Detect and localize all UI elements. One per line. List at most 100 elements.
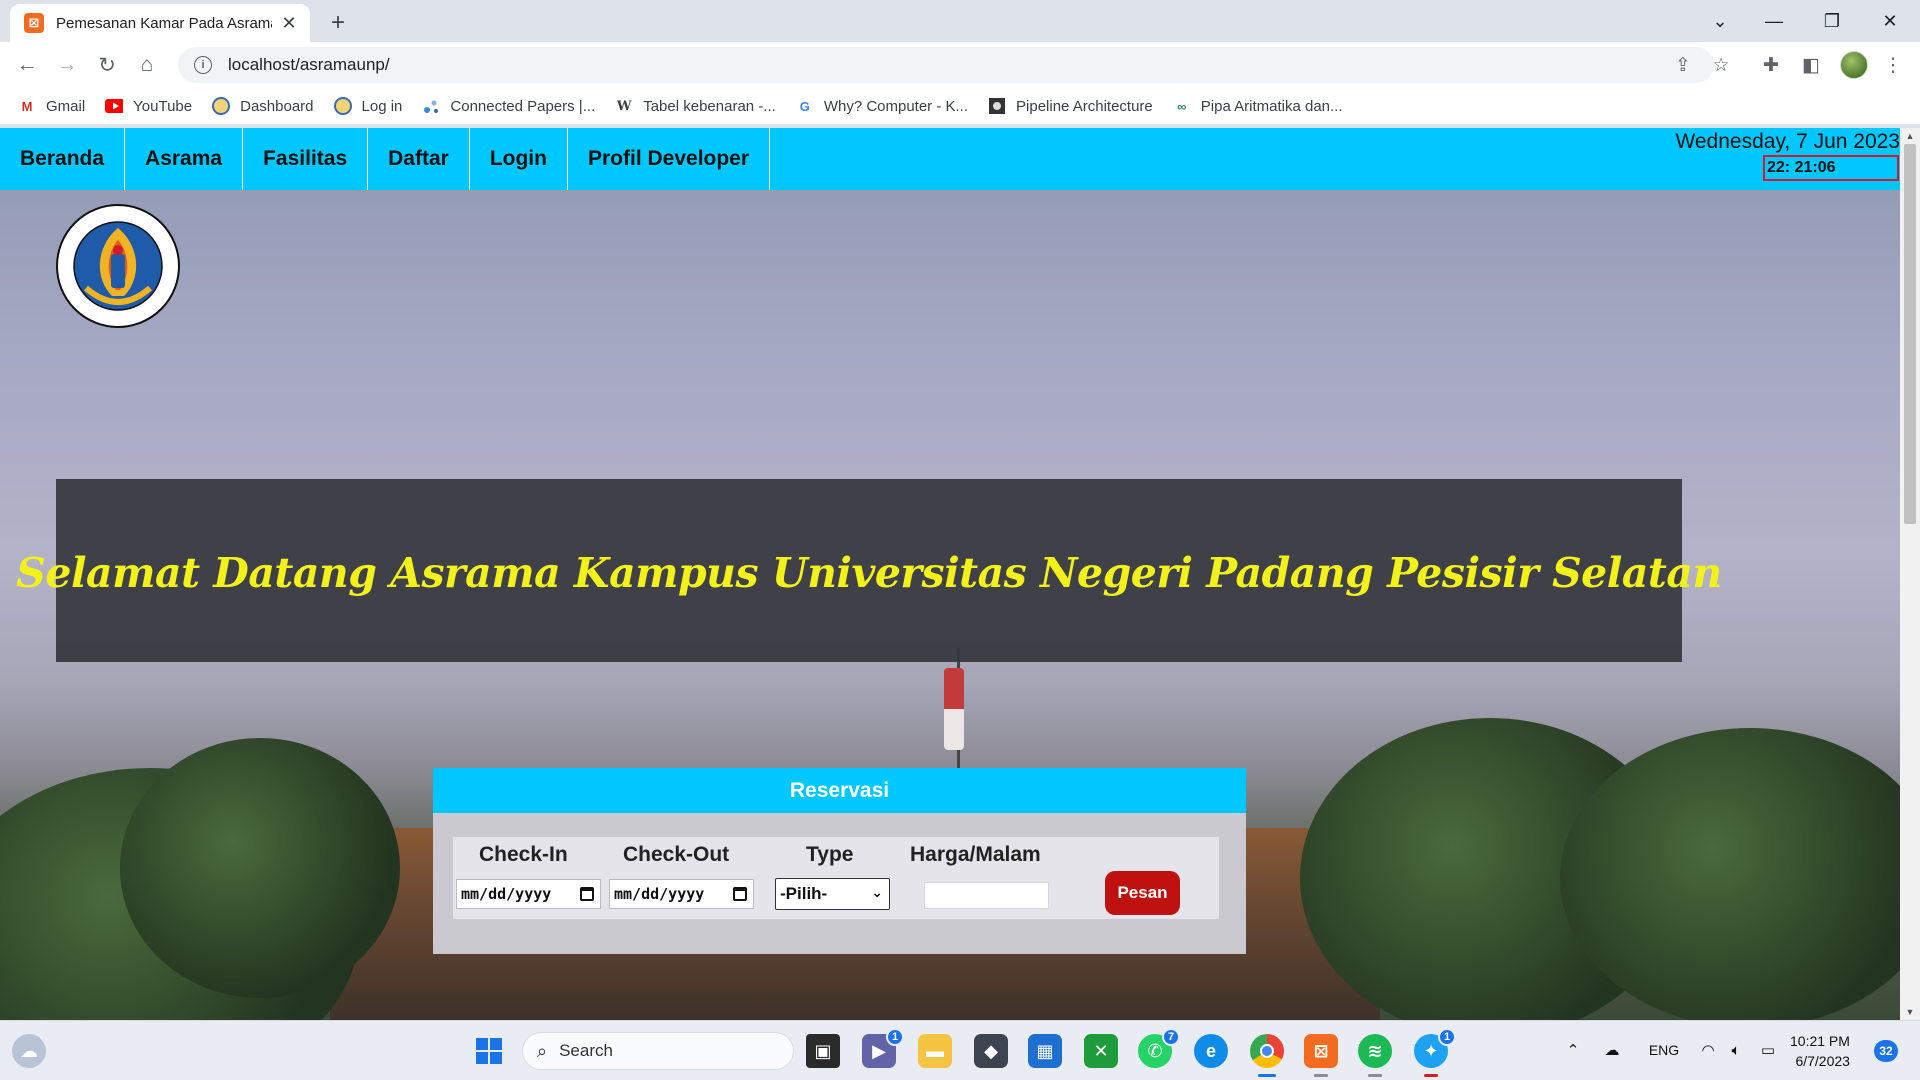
bookmark-pipeline-architecture[interactable]: Pipeline Architecture [988, 97, 1153, 115]
tab-strip: ⊠ Pemesanan Kamar Pada Asrama ... ✕ + ⌄ … [0, 0, 1920, 42]
language-indicator[interactable]: ENG [1646, 1039, 1682, 1061]
pesan-button[interactable]: Pesan [1105, 871, 1180, 915]
weather-widget-icon[interactable]: ☁ [12, 1034, 46, 1068]
meet-badge: 1 [886, 1028, 904, 1046]
unp-icon [333, 97, 352, 115]
new-tab-icon[interactable]: + [324, 9, 352, 37]
checkin-date-input[interactable]: mm/dd/yyyy [456, 879, 601, 909]
extensions-icon[interactable]: ✚ [1756, 50, 1786, 80]
scroll-down-icon[interactable]: ▼ [1900, 1004, 1920, 1020]
home-icon[interactable]: ⌂ [132, 50, 162, 80]
bookmark-tabel-kebenaran[interactable]: W Tabel kebenaran -... [615, 97, 776, 115]
minimize-icon[interactable]: — [1752, 6, 1796, 36]
site-info-icon[interactable]: i [194, 56, 212, 74]
taskbar: ☁ ⌕ Search ▣ ▶ 1 ▬ ◆ ▦ ✕ ✆ 7 e ⊠ ≋ ✦ 1 ⌃ ☁ … [0, 1020, 1920, 1080]
system-clock[interactable]: 10:21 PM 6/7/2023 [1790, 1031, 1850, 1071]
task-view-icon[interactable]: ▣ [806, 1034, 840, 1068]
profile-avatar[interactable] [1840, 51, 1868, 79]
page-scrollbar[interactable]: ▲ ▼ [1900, 128, 1920, 1020]
url-text[interactable]: localhost/asramaunp/ [228, 55, 390, 75]
menu-fasilitas[interactable]: Fasilitas [243, 128, 369, 190]
system-date: 6/7/2023 [1795, 1053, 1850, 1069]
file-explorer-icon[interactable]: ▬ [918, 1034, 952, 1068]
bookmark-connected-papers[interactable]: Connected Papers |... [422, 97, 595, 115]
bookmark-label: Gmail [46, 97, 86, 115]
windows-logo-icon [476, 1038, 502, 1064]
volume-icon[interactable]: 🔈︎ [1724, 1039, 1748, 1061]
type-select[interactable]: -Pilih- ⌄ [775, 878, 890, 910]
connected-papers-icon [422, 97, 440, 115]
bookmark-star-icon[interactable]: ☆ [1706, 47, 1736, 83]
menu-login[interactable]: Login [470, 128, 568, 190]
spotify-icon[interactable]: ≋ [1358, 1034, 1392, 1077]
forward-icon[interactable]: → [52, 50, 82, 80]
notification-count-badge[interactable]: 32 [1874, 1040, 1898, 1062]
scroll-thumb[interactable] [1904, 144, 1916, 524]
calendar-icon[interactable] [580, 887, 594, 901]
bookmark-label: Dashboard [240, 97, 314, 115]
current-time: 22: 21:06 [1763, 155, 1899, 181]
twitter-icon[interactable]: ✦ 1 [1414, 1028, 1456, 1077]
start-button[interactable] [472, 1034, 506, 1068]
checkout-label: Check-Out [623, 843, 730, 866]
scroll-up-icon[interactable]: ▲ [1900, 128, 1920, 144]
reservation-title: Reservasi [433, 768, 1246, 813]
bookmark-why-computer[interactable]: G Why? Computer - K... [796, 97, 968, 115]
reload-icon[interactable]: ↻ [92, 50, 122, 80]
xampp-favicon-icon: ⊠ [24, 13, 44, 33]
search-label: Search [559, 1041, 613, 1060]
price-label: Harga/Malam [910, 843, 1041, 866]
tab-search-chevron-icon[interactable]: ⌄ [1698, 6, 1742, 36]
chrome-running-indicator [1258, 1074, 1276, 1077]
menu-profil-developer[interactable]: Profil Developer [568, 128, 771, 190]
address-bar[interactable]: i localhost/asramaunp/ ⇪ ☆ [178, 47, 1730, 83]
browser-tab[interactable]: ⊠ Pemesanan Kamar Pada Asrama ... ✕ [10, 4, 310, 42]
xbox-icon[interactable]: ✕ [1084, 1034, 1118, 1068]
checkout-date-input[interactable]: mm/dd/yyyy [609, 879, 754, 909]
browser-toolbar: ← → ↻ ⌂ i localhost/asramaunp/ ⇪ ☆ ✚ ◧ ⋮ [0, 42, 1920, 88]
close-tab-icon[interactable]: ✕ [278, 12, 300, 34]
edge-icon[interactable]: e [1194, 1034, 1228, 1068]
bookmark-youtube[interactable]: YouTube [105, 97, 192, 115]
restore-icon[interactable]: ❐ [1810, 6, 1854, 36]
bookmark-gmail[interactable]: M Gmail [18, 97, 86, 115]
wifi-icon[interactable]: ◠ [1696, 1039, 1720, 1061]
bookmark-label: Connected Papers |... [450, 97, 596, 115]
twitter-running-indicator [1424, 1074, 1438, 1077]
wikipedia-icon: W [616, 98, 632, 114]
bookmark-dashboard[interactable]: Dashboard [212, 97, 314, 115]
show-hidden-icons-chevron-icon[interactable]: ⌃ [1562, 1039, 1584, 1061]
gmail-icon: M [21, 98, 33, 114]
price-input[interactable] [924, 882, 1049, 909]
calendar-icon[interactable] [733, 887, 747, 901]
share-icon[interactable]: ⇪ [1668, 47, 1698, 83]
bookmark-login[interactable]: Log in [333, 97, 402, 115]
youtube-icon [105, 97, 124, 115]
battery-icon[interactable]: ▭ [1756, 1039, 1780, 1061]
bookmark-label: Pipeline Architecture [1016, 97, 1153, 115]
app-cube-icon[interactable]: ◆ [974, 1034, 1008, 1068]
side-panel-icon[interactable]: ◧ [1796, 50, 1826, 80]
bookmark-label: Tabel kebenaran -... [643, 97, 776, 115]
menu-asrama[interactable]: Asrama [125, 128, 244, 190]
reservation-panel: Reservasi Check-In Check-Out Type Harga/… [433, 768, 1246, 954]
pipeline-icon [988, 97, 1006, 115]
bookmark-pipa-aritmatika[interactable]: ∞ Pipa Aritmatika dan... [1173, 97, 1342, 115]
xampp-icon[interactable]: ⊠ [1304, 1034, 1338, 1077]
checkin-label: Check-In [479, 843, 568, 866]
meet-icon[interactable]: ▶ 1 [862, 1028, 904, 1068]
unp-logo [56, 204, 180, 328]
back-icon[interactable]: ← [12, 50, 42, 80]
menu-daftar[interactable]: Daftar [368, 128, 470, 190]
close-window-icon[interactable]: ✕ [1868, 6, 1912, 36]
microsoft-store-icon[interactable]: ▦ [1028, 1034, 1062, 1068]
menu-beranda[interactable]: Beranda [0, 128, 126, 190]
twitter-badge: 1 [1438, 1028, 1456, 1046]
whatsapp-icon[interactable]: ✆ 7 [1138, 1028, 1180, 1068]
onedrive-sync-icon[interactable]: ☁ [1600, 1039, 1624, 1061]
chrome-icon[interactable] [1250, 1034, 1284, 1077]
checkout-date-value: mm/dd/yyyy [614, 885, 705, 903]
taskbar-search[interactable]: ⌕ Search [522, 1032, 794, 1070]
search-icon: ⌕ [537, 1040, 548, 1061]
menu-kebab-icon[interactable]: ⋮ [1878, 50, 1908, 80]
